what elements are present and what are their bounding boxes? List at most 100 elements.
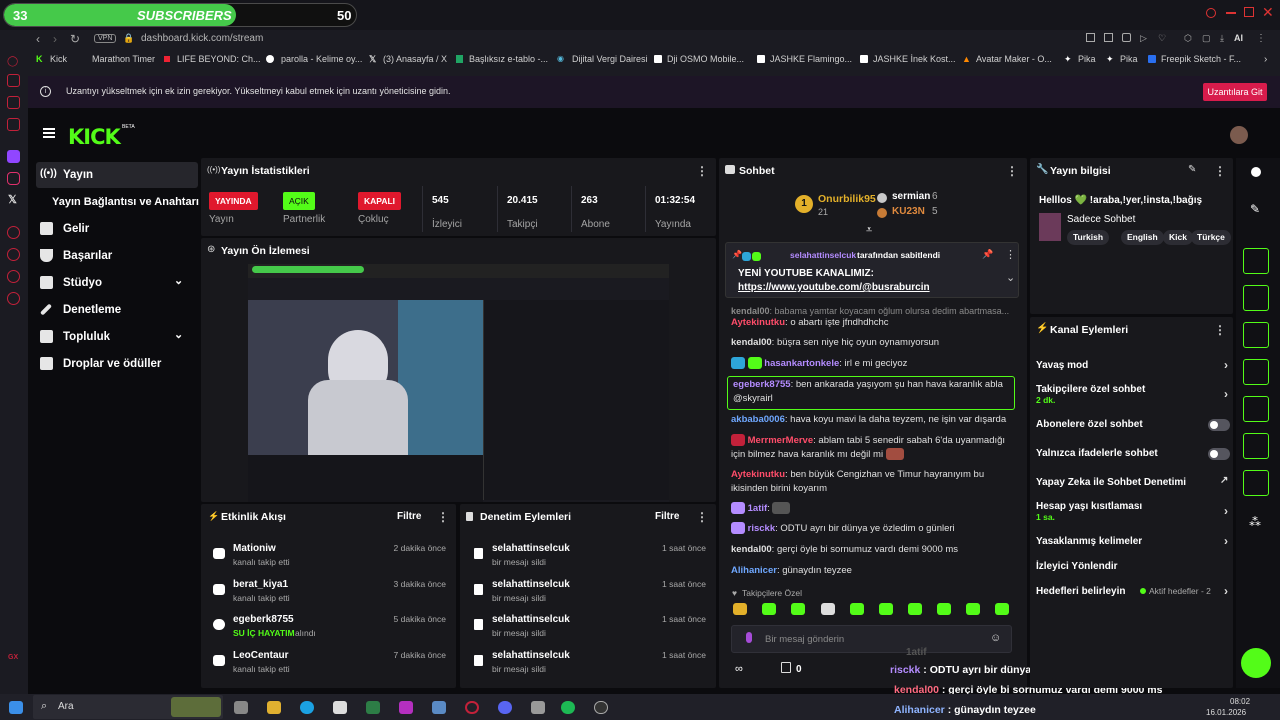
taskbar-search[interactable]: ⌕ Ara	[33, 695, 223, 719]
chevron-right-icon[interactable]: ›	[1224, 358, 1228, 372]
more-icon[interactable]: ⋮	[1214, 164, 1226, 178]
bookmark-item[interactable]: LIFE BEYOND: Ch...	[177, 54, 261, 64]
broadcast-button[interactable]	[1243, 396, 1269, 422]
top-gifter-name[interactable]: Onurbilik95	[818, 193, 876, 205]
emote[interactable]	[850, 603, 864, 615]
chat-user[interactable]: egeberk8755	[733, 379, 791, 390]
subscribers-only-row[interactable]: Abonelere özel sohbet	[1036, 419, 1230, 431]
sidebar-app-icon[interactable]	[7, 270, 20, 283]
more-icon[interactable]: ⋮	[696, 510, 708, 524]
tag[interactable]: Kick	[1163, 230, 1193, 245]
app-icon[interactable]	[267, 701, 281, 714]
stream-preview-video[interactable]	[248, 264, 669, 502]
instagram-icon[interactable]	[7, 172, 20, 185]
toggle-switch[interactable]	[1208, 448, 1230, 460]
more-icon[interactable]: ⋮	[1214, 323, 1226, 337]
clip-button[interactable]	[1243, 248, 1269, 274]
settings-button[interactable]	[1243, 470, 1269, 496]
maximize-icon[interactable]	[1244, 7, 1254, 17]
notes-button[interactable]	[1243, 322, 1269, 348]
avatar[interactable]	[1230, 126, 1248, 144]
chevron-right-icon[interactable]: ›	[1224, 504, 1228, 518]
url-field[interactable]: dashboard.kick.com/stream	[141, 33, 263, 44]
sidebar-item-topluluk[interactable]: Topluluk ⌄	[36, 324, 198, 350]
moderator-name[interactable]: selahattinselcuk	[492, 579, 570, 590]
extensions-icon[interactable]: ⬡	[1184, 33, 1192, 44]
x-icon[interactable]: 𝕏	[8, 193, 17, 206]
play-icon[interactable]: ▷	[1140, 33, 1147, 44]
gift-box-icon[interactable]	[781, 662, 791, 673]
more-icon[interactable]: ⋮	[696, 164, 708, 178]
sidebar-item-droplar[interactable]: Droplar ve ödüller	[36, 351, 198, 377]
windows-start-icon[interactable]	[9, 701, 23, 714]
sidebar-item-studyo[interactable]: Stüdyo ⌄	[36, 270, 198, 296]
close-icon[interactable]: ✕	[1262, 4, 1274, 21]
chevron-right-icon[interactable]: ›	[1264, 54, 1267, 65]
chat-user[interactable]: risckk	[748, 523, 775, 534]
activity-user[interactable]: LeoCentaur	[233, 650, 289, 661]
bookmark-item[interactable]: Başlıksız e-tablo -...	[469, 54, 548, 64]
emote[interactable]	[937, 603, 951, 615]
flash-button[interactable]	[1243, 285, 1269, 311]
chat-user[interactable]: kendal00	[731, 544, 772, 555]
collapse-icon[interactable]: ⩡	[866, 224, 872, 237]
emote[interactable]	[995, 603, 1009, 615]
chat-user[interactable]: 1atif	[748, 503, 768, 514]
bookmark-item[interactable]: parolla - Kelime oy...	[281, 54, 362, 64]
activity-user[interactable]: egeberk8755	[233, 614, 294, 625]
emote[interactable]	[908, 603, 922, 615]
sidebar-item-basarilar[interactable]: Başarılar	[36, 243, 198, 269]
chat-user[interactable]: MerrmerMerve	[748, 435, 813, 446]
chat-user[interactable]: hasankartonkele	[764, 358, 839, 369]
category-name[interactable]: Sadece Sohbet	[1067, 214, 1135, 225]
more-icon[interactable]: ⋮	[437, 510, 449, 524]
settings-icon[interactable]	[7, 292, 20, 305]
sidebar-item-denetleme[interactable]: Denetleme	[36, 297, 198, 323]
shield-icon[interactable]	[1122, 33, 1131, 42]
chevron-right-icon[interactable]: ›	[1224, 534, 1228, 548]
emote[interactable]	[733, 603, 747, 615]
raid-row[interactable]: İzleyici Yönlendir	[1036, 561, 1226, 572]
heart-icon[interactable]: ♡	[1158, 33, 1166, 44]
sidebar-app-icon[interactable]	[7, 74, 20, 87]
opera-icon[interactable]: ◯	[7, 56, 20, 69]
screenshot-icon[interactable]	[1104, 33, 1113, 42]
moderator-name[interactable]: selahattinselcuk	[492, 543, 570, 554]
toggle-switch[interactable]	[1208, 419, 1230, 431]
chat-user[interactable]: Aytekinutku	[731, 469, 785, 480]
pinned-by-user[interactable]: selahattinselcuk	[790, 250, 856, 260]
followers-only-row[interactable]: Takipçilere özel sohbet › 2 dk.	[1036, 384, 1228, 405]
external-link-icon[interactable]: ↗	[1220, 475, 1228, 486]
sidebar-item-yayin[interactable]: ((•)) Yayın	[36, 162, 198, 188]
go-to-extensions-button[interactable]: Uzantılara Git	[1203, 83, 1267, 101]
gx-icon[interactable]: GX	[8, 654, 18, 661]
chat-user[interactable]: Alihanicer	[731, 565, 777, 576]
chevron-down-icon[interactable]: ⌄	[174, 328, 183, 341]
search-icon[interactable]	[1206, 8, 1216, 18]
download-icon[interactable]: ⤓	[1220, 33, 1224, 44]
chevron-down-icon[interactable]: ⌄	[1006, 271, 1015, 284]
edit-icon[interactable]: ✎	[1250, 202, 1260, 216]
bookmark-item[interactable]: Marathon Timer	[92, 54, 155, 64]
sidebar-app-icon[interactable]	[7, 118, 20, 131]
microphone-icon[interactable]	[746, 632, 752, 643]
info-icon[interactable]	[1251, 167, 1261, 177]
task-view-icon[interactable]	[234, 701, 248, 714]
obs-icon[interactable]	[594, 701, 608, 714]
menu-icon[interactable]: ⋮	[1256, 33, 1266, 44]
chevron-right-icon[interactable]: ›	[1224, 387, 1228, 401]
emote[interactable]	[879, 603, 893, 615]
reload-icon[interactable]: ↻	[70, 32, 80, 46]
sidebar-item-gelir[interactable]: Gelir	[36, 216, 198, 242]
chat-user[interactable]: kendal00	[731, 306, 770, 316]
more-icon[interactable]: ⋮	[1005, 248, 1016, 261]
bookmark-item[interactable]: Dji OSMO Mobile...	[667, 54, 744, 64]
filter-button[interactable]: Filtre	[655, 511, 679, 522]
banned-words-row[interactable]: Yasaklanmış kelimeler ›	[1036, 534, 1228, 548]
filter-button[interactable]: Filtre	[397, 511, 421, 522]
chat-user[interactable]: Aytekinutku	[731, 317, 785, 328]
tag[interactable]: Turkish	[1067, 230, 1110, 245]
twitch-icon[interactable]	[7, 150, 20, 163]
bookmark-item[interactable]: Kick	[50, 54, 67, 64]
bookmark-icon[interactable]	[1086, 33, 1095, 42]
